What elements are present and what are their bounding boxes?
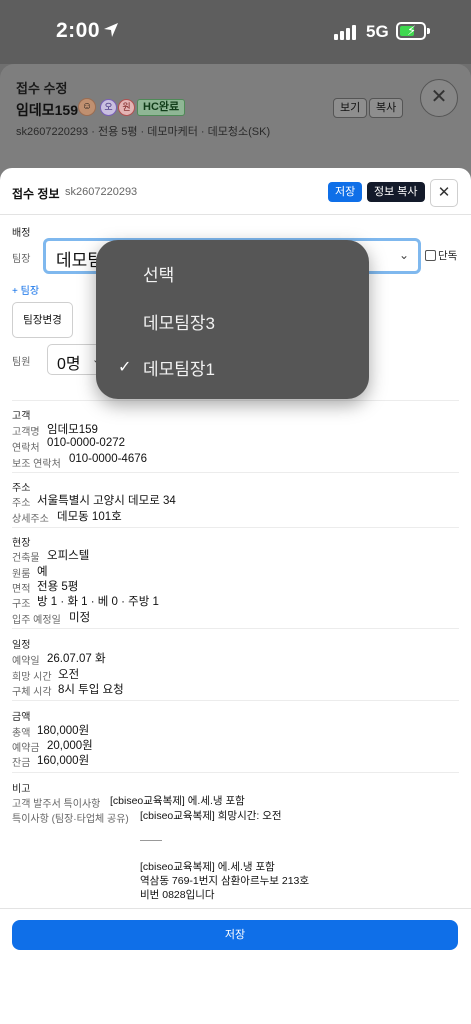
section-amount: 금액	[12, 712, 31, 723]
wish-time-value: 오전	[58, 669, 80, 681]
oneroom-label: 원룸	[12, 569, 31, 580]
area-label: 면적	[12, 584, 31, 595]
copy-info-button[interactable]: 정보 복사	[367, 182, 425, 202]
divider	[12, 400, 459, 401]
address-label: 주소	[12, 498, 31, 509]
divider	[0, 908, 471, 909]
reservation-date-label: 예약일	[12, 656, 40, 667]
member-count-value: 0명	[57, 356, 81, 373]
deposit-label: 예약금	[12, 743, 40, 754]
section-address: 주소	[12, 483, 31, 494]
bg-chip-o: 오	[100, 99, 117, 116]
checkmark-icon: ✓	[118, 359, 132, 376]
location-arrow-icon	[104, 23, 118, 37]
section-site: 현장	[12, 538, 31, 549]
bg-chip-won: 원	[118, 99, 135, 116]
option-leader1[interactable]: 데모팀장1	[143, 355, 215, 380]
bg-subtitle: sk2607220293 · 전용 5평 · 데모마케터 · 데모청소(SK)	[16, 126, 271, 138]
solo-checkbox[interactable]	[425, 250, 436, 261]
total-label: 총액	[12, 728, 31, 739]
section-customer: 고객	[12, 411, 31, 422]
divider	[140, 840, 162, 841]
area-value: 전용 5평	[37, 581, 79, 593]
battery-charging-icon: ⚡	[396, 22, 430, 40]
order-note-value: [cbiseo교육복제] 에.세.냉 포함	[110, 795, 245, 807]
change-leader-button[interactable]: 팀장변경	[12, 302, 73, 338]
header-save-button[interactable]: 저장	[328, 182, 363, 202]
section-schedule: 일정	[12, 640, 31, 651]
modal-header: 접수 정보 sk2607220293 저장 정보 복사 ✕	[0, 168, 471, 215]
hc-status-badge: HC완료	[137, 99, 186, 116]
bg-close-button[interactable]: ✕	[420, 79, 458, 117]
special-note-extra: [cbiseo교육복제] 에.세.냉 포함 역삼동 769-1번지 삼환아르누보…	[140, 861, 310, 901]
sub-phone-label: 보조 연락처	[12, 459, 61, 470]
move-in-value: 미정	[69, 612, 91, 624]
phone-value: 010-0000-0272	[47, 437, 126, 449]
deposit-value: 20,000원	[47, 740, 93, 752]
status-bar: 2:00 5G ⚡	[0, 0, 471, 64]
sub-phone-value: 010-0000-4676	[69, 453, 148, 465]
network-label: 5G	[366, 22, 389, 41]
divider	[12, 527, 459, 528]
structure-label: 구조	[12, 599, 31, 610]
section-assign: 배정	[12, 228, 31, 239]
special-note-label: 특이사항 (팀장·타업체 공유)	[12, 814, 129, 825]
address-detail-value: 데모동 101호	[57, 511, 122, 523]
total-value: 180,000원	[37, 725, 90, 737]
bg-customer-name: 임데모159	[16, 102, 78, 118]
customer-name: 임데모159	[47, 424, 98, 436]
add-leader-link[interactable]: + 팀장	[12, 282, 39, 297]
special-note-value: [cbiseo교육복제] 희망시간: 오전	[140, 810, 282, 822]
customer-name-label: 고객명	[12, 427, 40, 438]
face-emoji-icon: ☺	[78, 98, 96, 116]
divider	[12, 628, 459, 629]
bg-copy-button[interactable]: 복사	[369, 98, 404, 118]
structure-value: 방 1 · 화 1 · 베 0 · 주방 1	[37, 596, 159, 608]
order-note-label: 고객 발주서 특이사항	[12, 799, 101, 810]
divider	[12, 472, 459, 473]
chevron-down-icon: ⌄	[398, 248, 409, 262]
exact-time-label: 구체 시각	[12, 687, 52, 698]
phone-label: 연락처	[12, 443, 40, 454]
solo-label: 단독	[438, 250, 458, 262]
oneroom-value: 예	[37, 566, 48, 578]
wish-time-label: 희망 시간	[12, 672, 52, 683]
balance-value: 160,000원	[37, 755, 90, 767]
status-time: 2:00	[56, 19, 101, 42]
section-notes: 비고	[12, 784, 31, 795]
leader-label: 팀장	[12, 254, 31, 265]
divider	[12, 700, 459, 701]
leader-options-popover: 선택 데모팀장3 ✓ 데모팀장1	[96, 240, 369, 399]
page-bottom-area	[0, 958, 471, 1024]
member-label: 팀원	[12, 357, 31, 368]
option-leader3[interactable]: 데모팀장3	[143, 309, 215, 334]
footer-save-button[interactable]: 저장	[12, 920, 458, 950]
building-value: 오피스텔	[47, 550, 90, 562]
modal-code: sk2607220293	[65, 186, 138, 198]
address-detail-label: 상세주소	[12, 514, 49, 525]
balance-label: 잔금	[12, 758, 31, 769]
modal-close-button[interactable]: ✕	[430, 179, 458, 207]
bg-page-title: 접수 수정	[16, 81, 68, 96]
building-label: 건축물	[12, 553, 40, 564]
reservation-date-value: 26.07.07 화	[47, 653, 106, 665]
option-none[interactable]: 선택	[143, 261, 174, 286]
address-value: 서울특별시 고양시 데모로 34	[37, 495, 176, 507]
divider	[12, 772, 459, 773]
exact-time-value: 8시 투입 요청	[58, 684, 124, 696]
bg-view-button[interactable]: 보기	[333, 98, 368, 118]
move-in-label: 입주 예정일	[12, 615, 61, 626]
modal-title: 접수 정보	[12, 187, 60, 201]
cell-signal-icon	[334, 24, 358, 40]
